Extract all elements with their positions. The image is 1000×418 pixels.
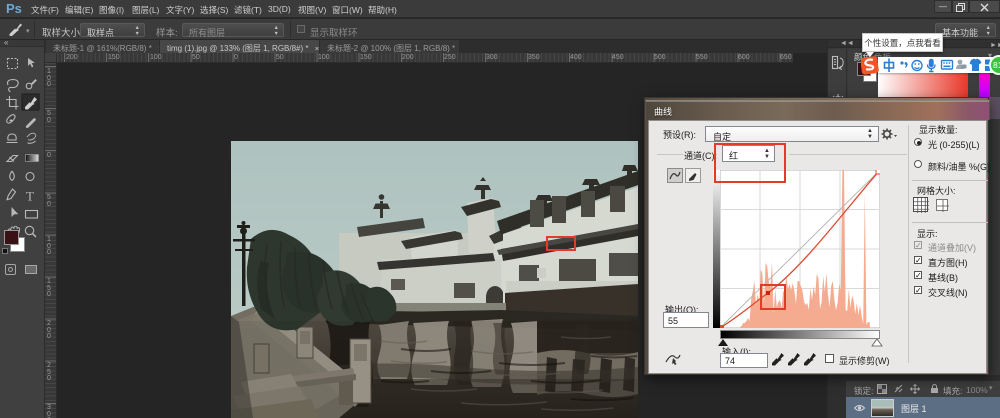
svg-text:T: T xyxy=(26,189,34,204)
